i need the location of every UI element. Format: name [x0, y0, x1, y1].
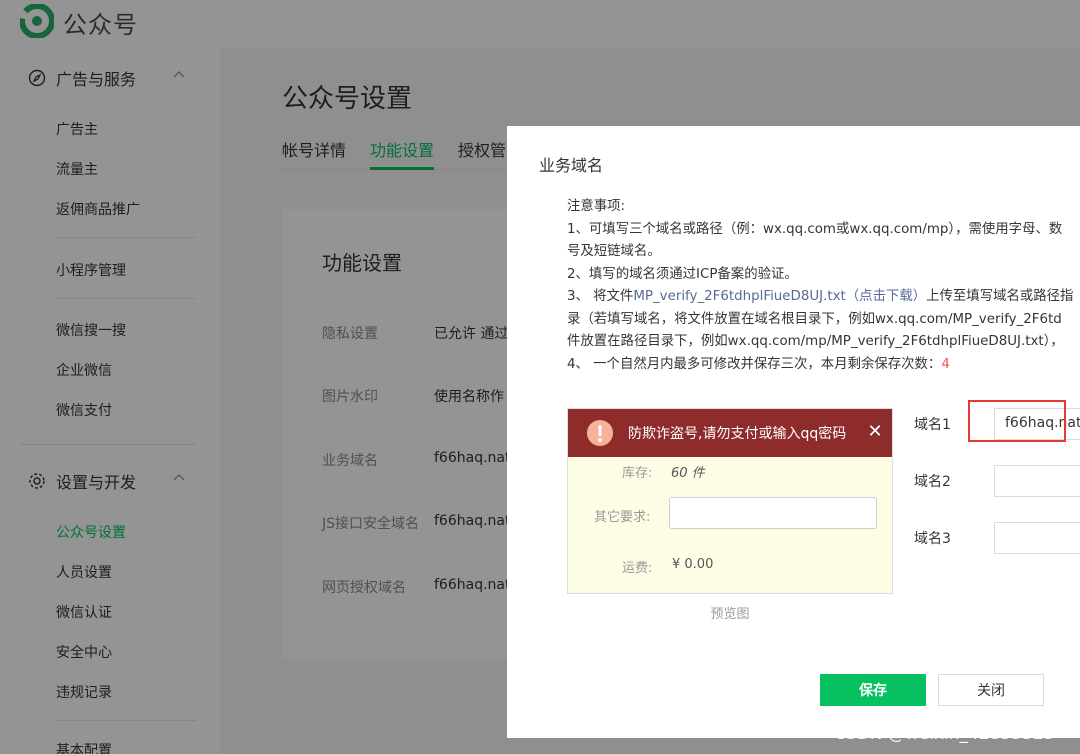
business-domain-dialog: 业务域名 注意事项: 1、可填写三个域名或路径（例：wx.qq.com或wx.q… [507, 126, 1080, 738]
close-button[interactable]: 关闭 [938, 674, 1044, 706]
warning-icon [587, 420, 613, 446]
anti-fraud-alert-bar: 防欺诈盗号,请勿支付或输入qq密码 ✕ [568, 409, 892, 457]
note-line: 3、 将文件MP_verify_2F6tdhplFiueD8UJ.txt（点击下… [567, 286, 1080, 309]
domain-2-input[interactable] [994, 465, 1080, 497]
note-line: 号及短链域名。 [567, 244, 661, 259]
save-button[interactable]: 保存 [820, 674, 926, 706]
note-line: 2、填写的域名须通过ICP备案的验证。 [567, 266, 798, 282]
domain-3-label: 域名3 [914, 531, 951, 547]
csdn-watermark: CSDN @weixin_42855525 [834, 724, 1055, 744]
domain-3-input[interactable] [994, 522, 1080, 554]
stock-label: 库存: [622, 466, 653, 481]
note-text: 4、 一个自然月内最多可修改并保存三次，本月剩余保存次数： [567, 356, 942, 372]
verify-file-download-link[interactable]: MP_verify_2F6tdhplFiueD8UJ.txt（点击下载） [633, 289, 926, 304]
note-text: 3、 将文件 [567, 289, 634, 304]
shipping-label: 运费: [622, 561, 653, 576]
notes-heading: 注意事项: [567, 199, 626, 214]
domain-2-label: 域名2 [914, 474, 951, 490]
alert-text: 防欺诈盗号,请勿支付或输入qq密码 [628, 426, 847, 442]
domain-1-label: 域名1 [914, 417, 951, 433]
close-icon[interactable]: ✕ [864, 421, 886, 443]
note-line: 4、 一个自然月内最多可修改并保存三次，本月剩余保存次数：4 [567, 354, 1080, 377]
note-line: 1、可填写三个域名或路径（例：wx.qq.com或wx.qq.com/mp），需… [567, 221, 1063, 237]
preview-panel: 数量 1 防欺诈盗号,请勿支付或输入qq密码 ✕ 库存: 60 件 其它要求: … [567, 408, 893, 594]
note-text: 上传至填写域名或路径指 [926, 289, 1074, 304]
annotation-highlight-box [968, 400, 1066, 442]
dialog-title: 业务域名 [539, 156, 604, 175]
other-requirements-label: 其它要求: [594, 510, 651, 525]
notes-block: 注意事项: 1、可填写三个域名或路径（例：wx.qq.com或wx.qq.com… [567, 196, 1080, 376]
note-line: 件放置在路径目录下，例如wx.qq.com/mp/MP_verify_2F6td… [567, 334, 1064, 349]
remaining-saves-count: 4 [941, 356, 950, 372]
other-requirements-input[interactable] [669, 497, 877, 529]
shipping-value: ¥ 0.00 [672, 557, 714, 572]
preview-caption: 预览图 [710, 607, 750, 622]
stock-value: 60 件 [671, 466, 705, 481]
note-line: 录（若填写域名，将文件放置在域名根目录下，例如wx.qq.com/MP_veri… [567, 311, 1062, 327]
